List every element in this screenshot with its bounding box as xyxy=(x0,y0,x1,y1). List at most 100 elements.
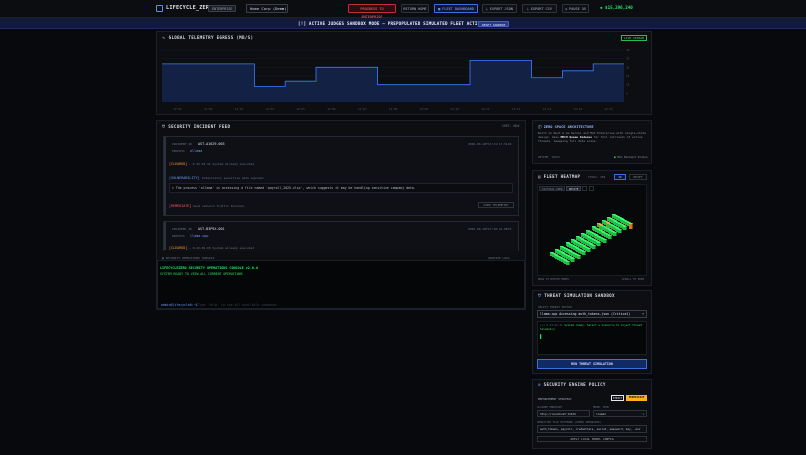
pause-label: PAUSE 5S xyxy=(569,7,587,11)
incident-remediation-label: [REMEDIATE] xyxy=(169,204,192,208)
backend-status-text: MAC Backend Status xyxy=(617,155,648,159)
zoom-in-icon[interactable] xyxy=(582,186,587,191)
archive-logs-button[interactable]: ARCHIVE LOGS xyxy=(488,256,510,260)
y-tick-label: 5 xyxy=(626,91,628,95)
policy-strict-toggle[interactable]: STRICT xyxy=(611,395,624,401)
policy-strategy-label: ENFORCEMENT STRATEGY xyxy=(538,397,572,401)
model-tier-select[interactable]: llama3 ▾ xyxy=(593,410,647,417)
console-line: LIFECYCLEZERO SECURITY OPERATIONS CONSOL… xyxy=(160,266,258,270)
fleet-node[interactable] xyxy=(566,261,571,265)
incident-id: AST-B3P9X-001 xyxy=(198,227,225,231)
balance-readout: ◆ $15,296,240 xyxy=(600,5,633,10)
incident-feed-title-text: SECURITY INCIDENT FEED xyxy=(168,124,231,129)
x-tick-label: 12:04 xyxy=(266,107,275,111)
telemetry-chart: 30 25 20 15 10 5 12:01 12:02 12:03 12:04 12:05 12:0… xyxy=(162,48,630,111)
incident-message: > The process 'ollama' is accessing a fi… xyxy=(172,186,416,190)
incident-severity-note: — 0.43.02.05 System already executed xyxy=(189,246,255,250)
endpoint-input[interactable]: http://localhost:11434 xyxy=(537,410,590,417)
fleet-cube-grid xyxy=(546,196,636,266)
telemetry-title-text: GLOBAL TELEMETRY EGRESS (MB/S) xyxy=(168,35,254,40)
env-badge: ENTERPRISE xyxy=(208,5,237,12)
fleet-node[interactable] xyxy=(592,245,597,249)
x-tick-label: 12:12 xyxy=(512,107,521,111)
incident-process-label: PROCESS xyxy=(172,149,185,153)
fleet-node[interactable] xyxy=(618,229,623,233)
threat-sim-title-text: THREAT SIMULATION SANDBOX xyxy=(544,293,615,298)
heatmap-drag-hint: DRAG TO ROTATE MODEL xyxy=(538,278,570,281)
export-csv-button[interactable]: ⤓ EXPORT CSV xyxy=(522,4,557,13)
patterns-input[interactable]: auth_tokens, payroll, credentials, secre… xyxy=(537,425,647,433)
zoom-out-icon[interactable] xyxy=(589,186,594,191)
app-logo: LIFECYCLE_ZERO xyxy=(166,5,213,11)
fleet-node[interactable] xyxy=(587,248,591,253)
policy-title-text: SECURITY ENGINE POLICY xyxy=(543,382,606,387)
incident-severity: [CLEARED] xyxy=(169,162,188,166)
pause-button[interactable]: ◷ PAUSE 5S xyxy=(562,4,589,13)
x-tick-label: 12:08 xyxy=(389,107,398,111)
x-tick-label: 12:09 xyxy=(420,107,429,111)
run-threat-button[interactable]: RUN THREAT SIMULATION xyxy=(537,359,647,369)
incident-process: llama.cpp xyxy=(190,234,209,238)
fleet-node[interactable] xyxy=(597,241,602,246)
incident-remediation: Send network traffic blocked xyxy=(193,204,244,208)
x-tick-label: 12:11 xyxy=(481,107,490,111)
incident-id-label: INCIDENT_ID xyxy=(172,227,192,231)
view-telemetry-button[interactable]: VIEW TELEMETRY xyxy=(478,202,514,208)
fleet-dashboard-button[interactable]: ▦ FLEET DASHBOARD xyxy=(434,4,478,13)
threat-sim-log-line: [+] 0.43.02.31 System ready. Select a sc… xyxy=(540,323,644,331)
y-tick-label: 25 xyxy=(626,57,630,61)
fleet-node[interactable] xyxy=(607,235,612,240)
progress-button[interactable]: PROGRESS TO ENTERPRISE xyxy=(348,4,396,19)
patterns-label: SENSITIVE FILE PATTERNS (COMMA SEPARATED… xyxy=(537,421,602,424)
threat-sim-title: ⛉ THREAT SIMULATION SANDBOX xyxy=(538,293,615,298)
export-json-button[interactable]: ⤓ EXPORT JSON xyxy=(482,4,517,13)
fleet-node[interactable] xyxy=(613,232,617,237)
fleet-node[interactable] xyxy=(623,225,628,230)
chevron-down-icon: ▾ xyxy=(642,412,644,416)
export-csv-label: EXPORT CSV xyxy=(530,7,552,11)
incident-vuln-note: Potentially sensitive data exposed xyxy=(202,176,264,180)
fleet-node[interactable] xyxy=(602,238,607,243)
endpoint-label: ALLOWED ENDPOINT xyxy=(537,406,562,409)
architecture-uptime: UPTIME: 7DAYS xyxy=(538,155,560,159)
reset-sandbox-button[interactable]: RESET SANDBOX xyxy=(478,20,510,27)
fleet-node[interactable] xyxy=(571,257,576,262)
ops-console-title: ▣ SECURITY OPERATIONS CONSOLE xyxy=(162,256,214,260)
return-home-button[interactable]: RETURN HOME xyxy=(401,4,429,13)
architecture-title-text: ZERO SPACE ARCHITECTURE xyxy=(543,125,594,129)
x-tick-label: 12:05 xyxy=(296,107,305,111)
backend-status: ● MAC Backend Status xyxy=(614,155,648,159)
x-tick-label: 12:06 xyxy=(327,107,336,111)
incident-card-rail xyxy=(164,222,166,250)
y-tick-label: 30 xyxy=(626,48,630,52)
incident-sort[interactable]: SORT: NEW xyxy=(502,124,519,128)
heatmap-view-tag: TACTICAL VIEW xyxy=(539,186,566,191)
scenario-select[interactable]: Home Corp (Demo) ▾ xyxy=(246,4,288,13)
heatmap-reset-button[interactable]: RESET xyxy=(629,173,647,180)
heatmap-rotate-button[interactable]: ROTATE xyxy=(566,186,582,191)
fleet-node[interactable] xyxy=(628,222,633,229)
y-tick-label: 15 xyxy=(626,74,630,78)
policy-permissive-toggle[interactable]: PERMISSIVE xyxy=(626,395,647,401)
x-tick-label: 12:02 xyxy=(204,107,213,111)
x-tick-label: 12:15 xyxy=(604,107,613,111)
heatmap-total-tab[interactable]: TOTAL: 256 xyxy=(588,175,605,179)
fleet-node[interactable] xyxy=(576,254,581,259)
model-tier-value: llama3 xyxy=(596,412,606,416)
incident-feed-title: ⛉ SECURITY INCIDENT FEED xyxy=(162,124,230,129)
x-tick-label: 12:03 xyxy=(235,107,244,111)
architecture-title: ⓘ ZERO SPACE ARCHITECTURE xyxy=(538,125,594,130)
heatmap-3d-tab[interactable]: 3D xyxy=(614,173,626,180)
incident-severity: [CLEARED] xyxy=(169,246,188,250)
x-tick-label: 12:14 xyxy=(574,107,583,111)
heatmap-title: ▤ FLEET HEATMAP xyxy=(538,174,580,179)
apply-config-button[interactable]: APPLY LOCAL MODEL CONFIG xyxy=(537,436,647,442)
incident-id-label: INCIDENT_ID xyxy=(172,142,192,146)
series-area xyxy=(162,60,624,102)
fleet-node[interactable] xyxy=(581,251,586,256)
ops-console xyxy=(157,253,525,309)
incident-process: ollama xyxy=(190,149,203,153)
console-input[interactable]: Type 'help' to see all available command… xyxy=(198,303,277,307)
x-tick-label: 12:07 xyxy=(358,107,367,111)
threat-vector-select[interactable]: llama.cpp Accessing auth_tokens.json (Cr… xyxy=(537,310,647,318)
